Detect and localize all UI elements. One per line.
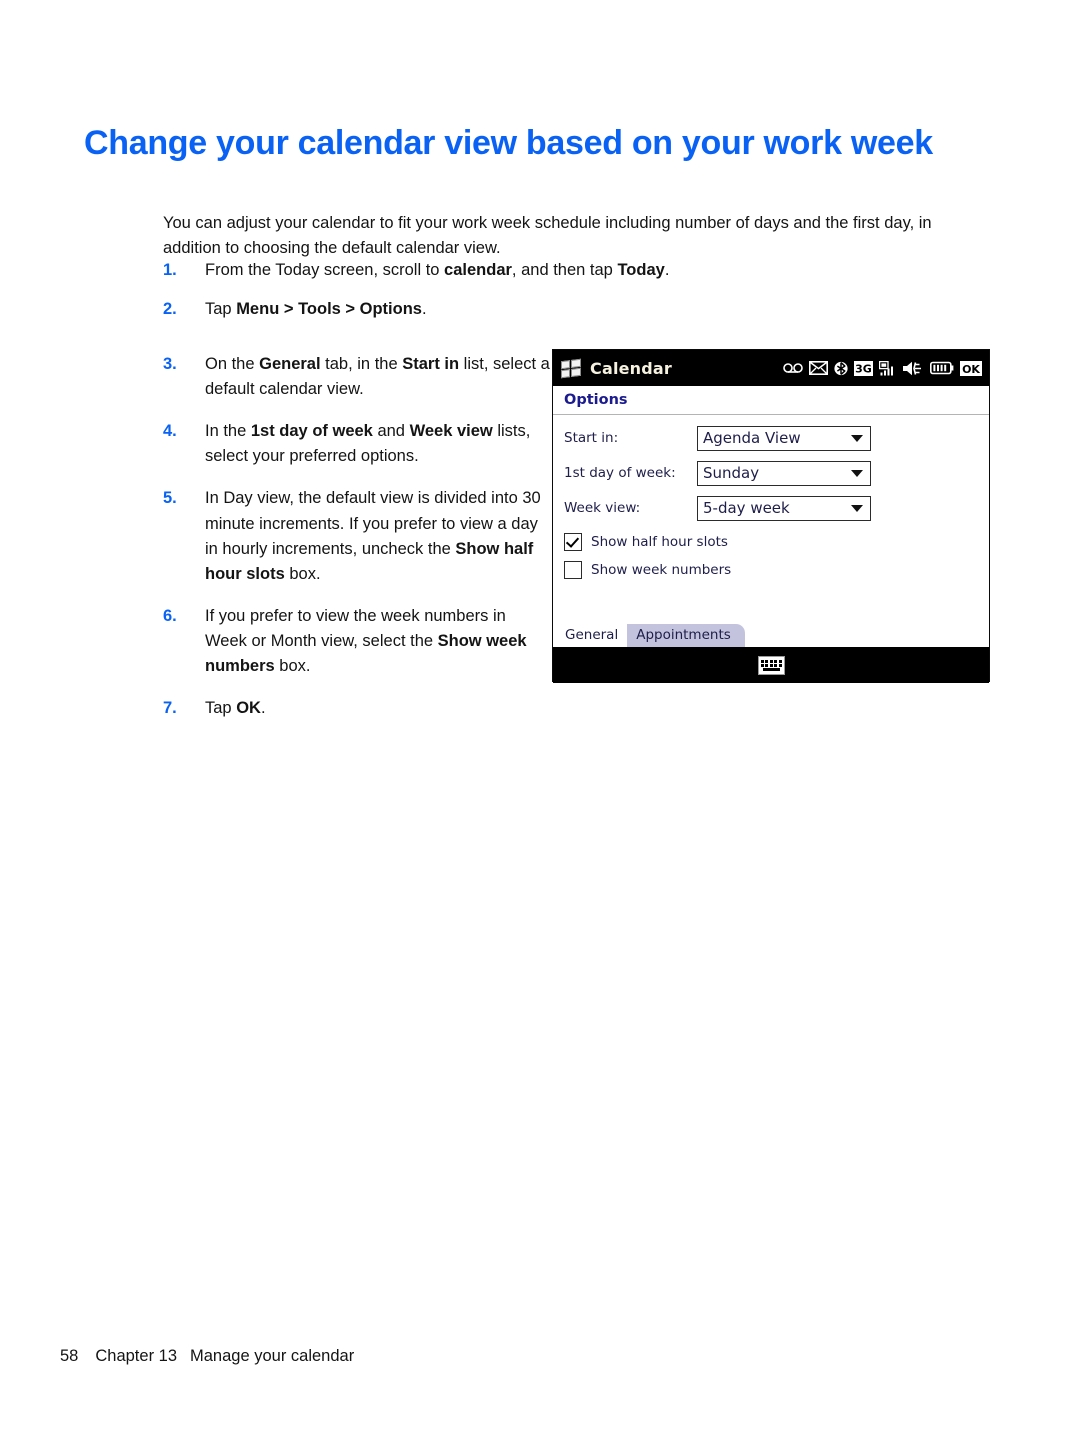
chevron-down-icon — [851, 434, 863, 442]
voicemail-icon — [783, 363, 803, 373]
tab-appointments[interactable]: Appointments — [627, 623, 745, 647]
windows-flag-icon — [561, 358, 581, 378]
step-number: 1. — [163, 261, 177, 279]
page-number: 58 — [60, 1347, 79, 1365]
form-row-week-view: Week view: 5-day week — [564, 494, 989, 522]
svg-text:OK: OK — [962, 362, 980, 375]
step-text: If you prefer to view the week numbers i… — [205, 606, 527, 675]
start-in-label: Start in: — [564, 430, 619, 446]
start-in-select[interactable]: Agenda View — [697, 425, 871, 451]
list-item: 7. Tap OK. — [163, 696, 963, 721]
show-half-hour-slots-row[interactable]: Show half hour slots — [564, 529, 989, 554]
svg-text:3G: 3G — [855, 362, 872, 375]
step-text: In Day view, the default view is divided… — [205, 489, 541, 583]
message-envelope-icon — [809, 361, 828, 375]
device-screenshot: Calendar 3G OK Options Start in: Agenda … — [552, 349, 990, 683]
step-text: Tap OK. — [205, 699, 266, 718]
step-number: 2. — [163, 300, 177, 319]
device-tab-bar: General Appointments — [553, 621, 989, 647]
chapter-label: Chapter 13 — [95, 1347, 177, 1365]
show-week-numbers-row[interactable]: Show week numbers — [564, 557, 989, 582]
chevron-down-icon — [851, 469, 863, 477]
first-day-of-week-select[interactable]: Sunday — [697, 460, 871, 486]
list-item: 1. From the Today screen, scroll to cale… — [163, 258, 963, 283]
step-text: In the 1st day of week and Week view lis… — [205, 422, 531, 466]
step-text: On the General tab, in the Start in list… — [205, 355, 550, 399]
first-day-of-week-value: Sunday — [703, 464, 760, 482]
step-number: 5. — [163, 489, 177, 508]
chevron-down-icon — [851, 504, 863, 512]
start-in-value: Agenda View — [703, 429, 801, 447]
device-options-form: Start in: Agenda View 1st day of week: S… — [553, 415, 989, 621]
intro-paragraph: You can adjust your calendar to fit your… — [163, 213, 932, 257]
signal-bars-icon — [879, 360, 893, 375]
device-sip-bar — [553, 647, 989, 683]
step-number: 6. — [163, 606, 177, 625]
page-footer: 58 Chapter 13 Manage your calendar — [60, 1347, 354, 1366]
device-page-header: Options — [553, 386, 989, 415]
keyboard-icon[interactable] — [757, 655, 785, 675]
week-view-select[interactable]: 5-day week — [697, 495, 871, 521]
list-item: 2. Tap Menu > Tools > Options. — [163, 297, 963, 322]
step-text: From the Today screen, scroll to calenda… — [205, 261, 670, 279]
device-page-header-label: Options — [564, 392, 628, 408]
status-icon-tray: 3G OK — [783, 360, 982, 376]
device-title: Calendar — [590, 358, 673, 378]
show-half-hour-slots-checkbox[interactable] — [564, 532, 582, 551]
device-title-bar: Calendar 3G OK — [553, 350, 989, 386]
chapter-title: Manage your calendar — [190, 1347, 355, 1365]
show-half-hour-slots-label: Show half hour slots — [591, 533, 728, 550]
show-week-numbers-checkbox[interactable] — [564, 560, 582, 579]
speaker-volume-icon — [903, 361, 921, 375]
step-number: 4. — [163, 422, 177, 441]
page-title: Change your calendar view based on your … — [84, 123, 933, 162]
first-day-of-week-label: 1st day of week: — [564, 465, 676, 481]
3g-icon: 3G — [854, 360, 873, 376]
form-row-start-in: Start in: Agenda View — [564, 424, 989, 452]
step-number: 3. — [163, 355, 177, 374]
week-view-value: 5-day week — [703, 499, 790, 517]
tab-general[interactable]: General — [556, 623, 628, 647]
show-week-numbers-label: Show week numbers — [591, 561, 732, 578]
step-text: Tap Menu > Tools > Options. — [205, 300, 427, 319]
bluetooth-icon — [834, 361, 848, 375]
week-view-label: Week view: — [564, 500, 641, 516]
form-row-first-day-of-week: 1st day of week: Sunday — [564, 459, 989, 487]
ok-button-icon[interactable]: OK — [960, 360, 982, 376]
battery-icon — [930, 361, 954, 375]
step-number: 7. — [163, 699, 177, 718]
